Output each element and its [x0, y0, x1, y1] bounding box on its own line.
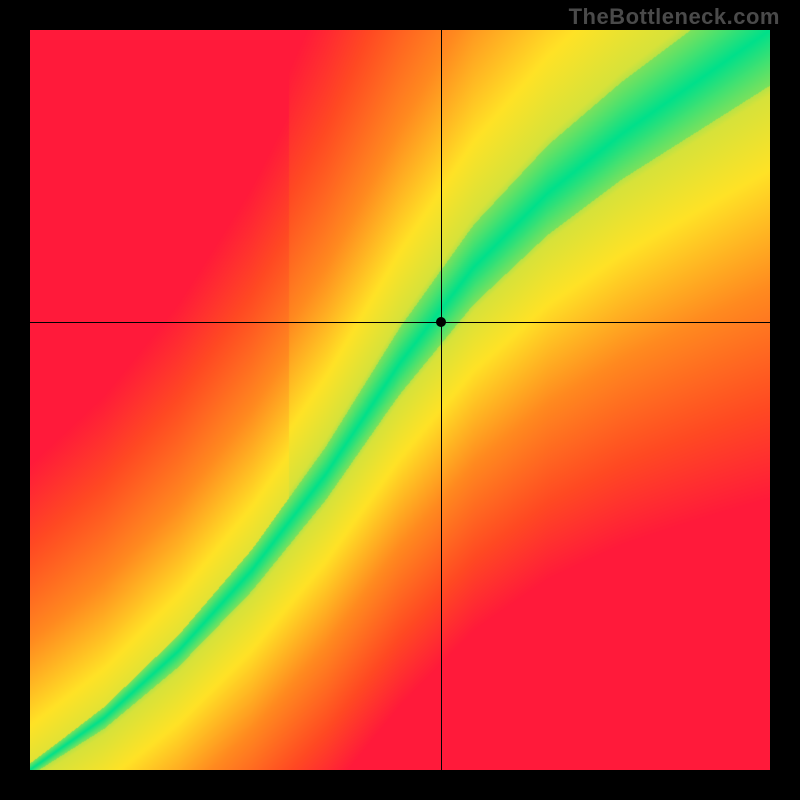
watermark-text: TheBottleneck.com	[569, 4, 780, 30]
heatmap-canvas	[30, 30, 770, 770]
crosshair-horizontal	[30, 322, 770, 323]
heatmap-plot	[30, 30, 770, 770]
data-point-marker	[436, 317, 446, 327]
crosshair-vertical	[441, 30, 442, 770]
